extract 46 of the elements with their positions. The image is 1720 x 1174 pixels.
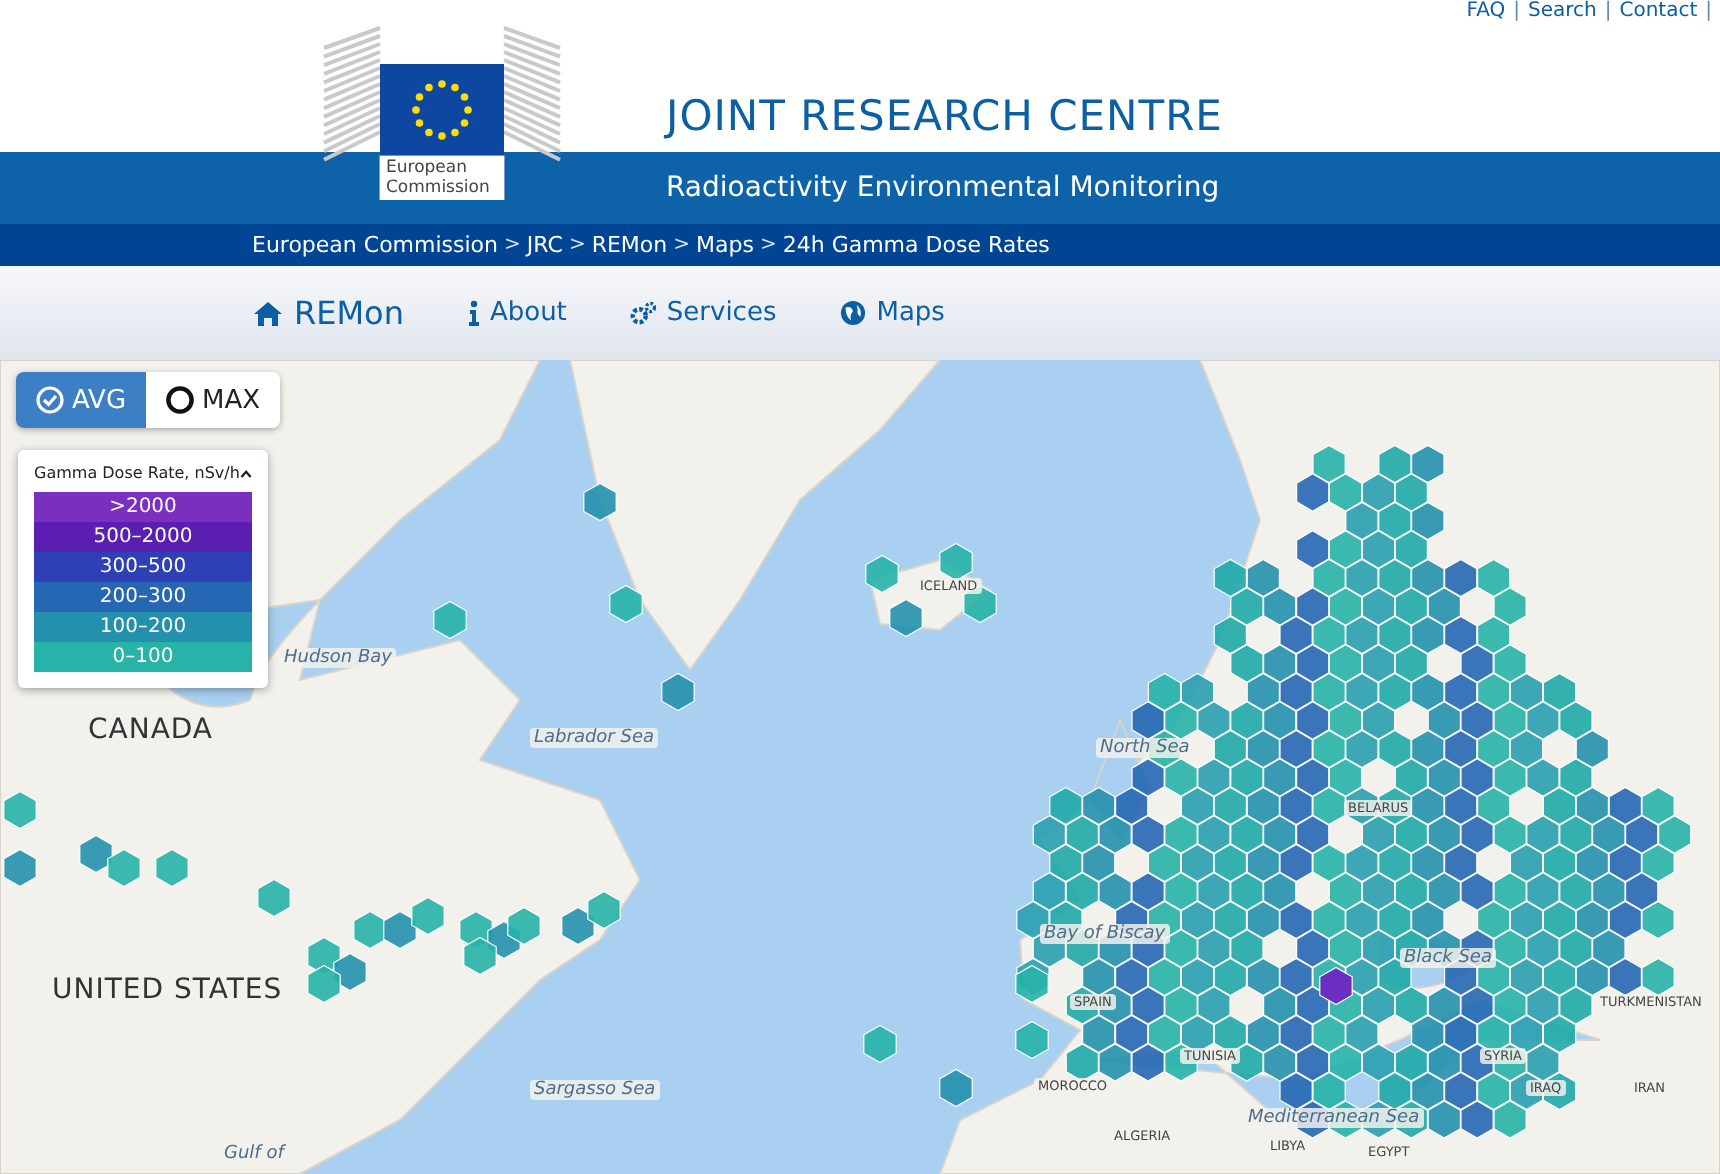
map-label: Black Sea — [1400, 948, 1496, 968]
gears-icon — [630, 300, 657, 326]
link-separator: | — [1604, 0, 1612, 24]
top-link[interactable]: Contact — [1619, 0, 1698, 24]
legend-swatch: 300–500 — [34, 552, 252, 582]
map-label: Gulf of — [220, 1144, 288, 1164]
breadcrumb-separator: > — [568, 234, 586, 256]
map-label: Labrador Sea — [530, 728, 659, 748]
info-icon — [467, 300, 480, 326]
circle-icon — [166, 386, 195, 414]
nav-link[interactable]: REMon — [252, 294, 404, 332]
logo-caption: European Commission — [380, 156, 504, 200]
legend-swatch: >2000 — [34, 492, 252, 522]
nav-link[interactable]: About — [467, 298, 567, 328]
globe-icon — [840, 300, 867, 326]
legend-swatch: 0–100 — [34, 642, 252, 672]
site-title: JOINT RESEARCH CENTRE — [666, 92, 1223, 140]
mode-toggle-button[interactable]: MAX — [146, 372, 281, 428]
check-circle-icon — [36, 386, 64, 414]
link-separator: | — [1705, 0, 1712, 24]
home-icon — [252, 299, 284, 327]
site-subtitle: Radioactivity Environmental Monitoring — [666, 172, 1220, 204]
breadcrumb-link[interactable]: European Commission — [252, 232, 499, 258]
map-label: Mediterranean Sea — [1244, 1108, 1424, 1128]
breadcrumb-separator: > — [504, 234, 521, 256]
breadcrumb-separator: > — [673, 234, 691, 256]
top-link[interactable]: FAQ — [1466, 0, 1506, 24]
map-label: Hudson Bay — [280, 648, 396, 668]
caret-icon[interactable] — [239, 467, 252, 479]
breadcrumb-link[interactable]: 24h Gamma Dose Rates — [782, 232, 1050, 258]
legend-swatch: 200–300 — [34, 582, 252, 612]
map-label: North Sea — [1096, 738, 1194, 758]
breadcrumb-link[interactable]: Maps — [696, 232, 754, 258]
map-label: Sargasso Sea — [530, 1080, 660, 1100]
nav-link[interactable]: Maps — [840, 298, 945, 328]
legend-swatch: 500–2000 — [34, 522, 252, 552]
breadcrumb-link[interactable]: REMon — [591, 232, 668, 258]
map-label: Bay of Biscay — [1040, 924, 1170, 944]
top-link[interactable]: Search — [1527, 0, 1597, 24]
legend-title: Gamma Dose Rate, nSv/h — [34, 464, 240, 482]
legend-swatch: 100–200 — [34, 612, 252, 642]
link-separator: | — [1513, 0, 1520, 24]
nav-link[interactable]: Services — [630, 298, 777, 328]
breadcrumb-separator: > — [759, 234, 777, 256]
mode-toggle-button[interactable]: AVG — [16, 372, 147, 428]
breadcrumb-link[interactable]: JRC — [526, 232, 563, 258]
